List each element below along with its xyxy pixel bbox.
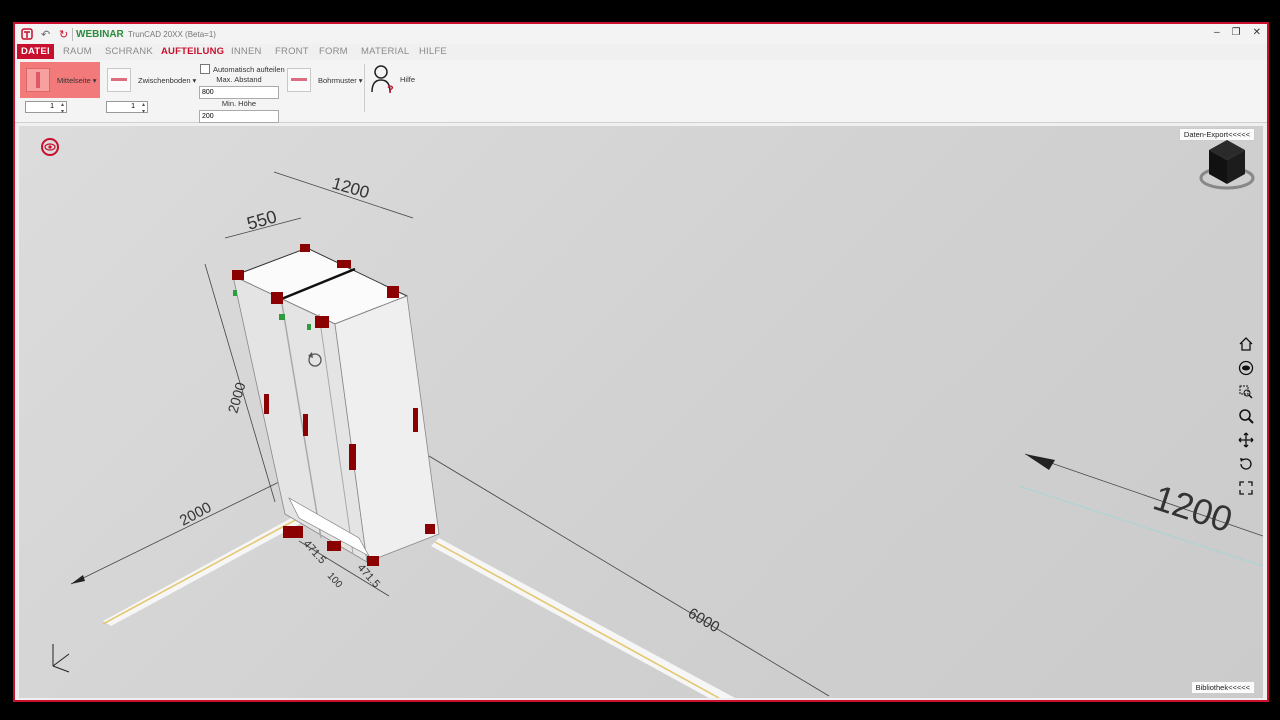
dim-wall-big: 1200 (1149, 477, 1238, 541)
axis-gizmo-icon (52, 644, 70, 673)
rotate-icon[interactable] (1235, 452, 1257, 476)
mittelseite-button[interactable]: Mittelseite ▾ (20, 62, 100, 98)
workspace-name: WEBINAR (76, 29, 124, 40)
max-abstand-input[interactable]: 800 (199, 86, 279, 99)
close-button[interactable]: ✕ (1253, 27, 1261, 38)
dimension-lines (70, 171, 1263, 697)
zwischenboden-icon (107, 68, 131, 92)
hilfe-label: Hilfe (400, 74, 416, 84)
title-bar: ↶ ↻ WEBINAR TrunCAD 20XX (Beta=1) – ❐ ✕ (15, 24, 1267, 44)
room-walls (102, 485, 1263, 698)
bohrmuster-button[interactable]: Bohrmuster ▾ (287, 68, 363, 92)
mittelseite-label: Mittelseite (57, 75, 91, 85)
title-separator (72, 28, 73, 41)
svg-text:?: ? (387, 84, 394, 94)
menu-datei[interactable]: DATEI (17, 44, 54, 59)
pan-icon[interactable] (1235, 428, 1257, 452)
menu-form[interactable]: FORM (319, 46, 348, 57)
navigation-toolbar (1235, 332, 1257, 500)
max-abstand-label: Max. Abstand (216, 75, 262, 84)
bohrmuster-label: Bohrmuster (318, 75, 357, 85)
chevron-down-icon: ▾ (192, 75, 197, 85)
app-title: TrunCAD 20XX (Beta=1) (128, 30, 216, 39)
bohrmuster-icon (287, 68, 311, 92)
chevron-down-icon: ▾ (92, 75, 97, 85)
3d-viewport[interactable]: Daten-Export<<<<< Bibliothek<<<<< 2000 6… (19, 126, 1263, 698)
auto-split-checkbox[interactable]: Automatisch aufteilen (200, 64, 285, 74)
dim-width: 1200 (330, 174, 372, 203)
dim-depth: 550 (245, 206, 279, 234)
menu-innen[interactable]: INNEN (231, 46, 262, 57)
dim-compartment-right: 471.5 (355, 562, 382, 590)
home-icon[interactable] (1235, 332, 1257, 356)
zoom-window-icon[interactable] (1235, 380, 1257, 404)
auto-split-label: Automatisch aufteilen (213, 64, 285, 74)
redo-icon[interactable]: ↻ (59, 28, 68, 41)
maximize-button[interactable]: ❐ (1232, 27, 1241, 38)
fit-screen-icon[interactable] (1235, 476, 1257, 500)
dim-center: 100 (325, 571, 345, 591)
help-user-icon: ? (371, 65, 394, 94)
dim-height: 2000 (225, 380, 249, 415)
zwischenboden-label: Zwischenboden (138, 75, 191, 85)
menu-raum[interactable]: RAUM (63, 46, 92, 57)
dim-room-right: 6000 (685, 605, 722, 636)
zwischenboden-button[interactable]: Zwischenboden ▾ (107, 68, 196, 92)
dim-room-left: 2000 (177, 499, 214, 530)
menu-material[interactable]: MATERIAL (361, 46, 409, 57)
zwischenboden-count-stepper[interactable]: 1 (106, 101, 148, 115)
min-hoehe-input[interactable]: 200 (199, 110, 279, 123)
scene-canvas: 2000 6000 2000 550 1200 1200 471.5 471.5… (52, 140, 1263, 698)
checkbox-box[interactable] (200, 64, 210, 74)
chevron-down-icon: ▾ (358, 75, 363, 85)
app-logo-icon (21, 28, 33, 40)
menu-hilfe[interactable]: HILFE (419, 46, 447, 57)
mittelseite-icon (26, 68, 50, 92)
cabinet-model[interactable] (231, 247, 440, 563)
minimize-button[interactable]: – (1214, 27, 1220, 38)
ribbon-separator (364, 64, 365, 112)
ribbon: Mittelseite ▾ 1 Zwischenboden ▾ 1 Automa… (15, 60, 1267, 123)
view-icon[interactable] (1235, 356, 1257, 380)
undo-icon[interactable]: ↶ (41, 28, 50, 41)
menu-bar: DATEI RAUM SCHRANK AUFTEILUNG INNEN FRON… (15, 44, 1267, 60)
hilfe-button[interactable]: ? Hilfe (370, 64, 415, 94)
min-hoehe-label: Min. Höhe (221, 99, 257, 108)
zoom-icon[interactable] (1235, 404, 1257, 428)
menu-schrank[interactable]: SCHRANK (105, 46, 153, 57)
dim-compartment-left: 471.5 (301, 538, 328, 566)
app-window: ↶ ↻ WEBINAR TrunCAD 20XX (Beta=1) – ❐ ✕ … (13, 22, 1269, 702)
view-cube-icon[interactable] (1199, 140, 1255, 190)
menu-aufteilung[interactable]: AUFTEILUNG (161, 46, 224, 57)
menu-front[interactable]: FRONT (275, 46, 309, 57)
mittelseite-count-stepper[interactable]: 1 (25, 101, 67, 115)
window-controls: – ❐ ✕ (1214, 27, 1261, 38)
